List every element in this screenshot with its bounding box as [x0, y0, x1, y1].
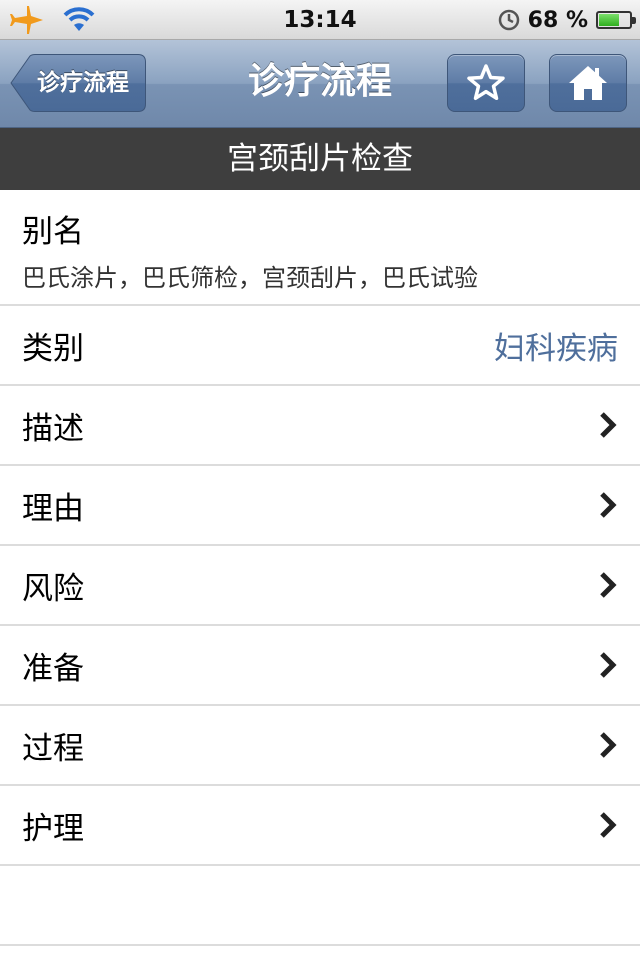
battery-icon	[596, 11, 636, 29]
chevron-right-icon	[600, 812, 617, 838]
home-button[interactable]	[549, 54, 627, 112]
list-bottom-divider	[0, 944, 640, 946]
back-button[interactable]: 诊疗流程	[10, 54, 146, 112]
list-item-label: 风险	[22, 570, 84, 607]
chevron-right-icon	[600, 732, 617, 758]
detail-list: 别名 巴氏涂片，巴氏筛检，宫颈刮片，巴氏试验 类别 妇科疾病 描述 理由 风险 …	[0, 190, 640, 866]
alias-row: 别名 巴氏涂片，巴氏筛检，宫颈刮片，巴氏试验	[0, 190, 640, 306]
chevron-right-icon	[600, 412, 617, 438]
list-item-reason[interactable]: 理由	[0, 466, 640, 546]
battery-fill	[599, 14, 620, 26]
alias-title: 别名	[22, 214, 84, 250]
category-label: 类别	[22, 330, 84, 367]
list-item-label: 过程	[22, 730, 84, 767]
navigation-bar: 诊疗流程 诊疗流程	[0, 40, 640, 128]
list-item-label: 护理	[22, 810, 84, 847]
list-item-label: 描述	[22, 410, 84, 447]
list-item-preparation[interactable]: 准备	[0, 626, 640, 706]
star-icon	[467, 64, 505, 101]
list-item-label: 准备	[22, 650, 84, 687]
page-title: 诊疗流程	[247, 61, 392, 102]
status-bar: 13:14 68 %	[0, 0, 640, 40]
alias-text: 巴氏涂片，巴氏筛检，宫颈刮片，巴氏试验	[22, 264, 478, 292]
list-item-procedure[interactable]: 过程	[0, 706, 640, 786]
status-right: 68 %	[498, 0, 636, 40]
alarm-clock-icon	[498, 9, 519, 31]
back-button-label: 诊疗流程	[37, 70, 129, 96]
category-value[interactable]: 妇科疾病	[494, 323, 618, 368]
list-item-risk[interactable]: 风险	[0, 546, 640, 626]
home-icon	[569, 66, 607, 100]
list-item-label: 理由	[22, 490, 84, 527]
chevron-right-icon	[600, 572, 617, 598]
battery-percent: 68 %	[527, 7, 588, 33]
favorite-button[interactable]	[447, 54, 525, 112]
chevron-right-icon	[600, 652, 617, 678]
category-row[interactable]: 类别 妇科疾病	[0, 306, 640, 386]
chevron-right-icon	[600, 492, 617, 518]
list-item-description[interactable]: 描述	[0, 386, 640, 466]
section-header: 宫颈刮片检查	[0, 128, 640, 190]
list-item-care[interactable]: 护理	[0, 786, 640, 866]
